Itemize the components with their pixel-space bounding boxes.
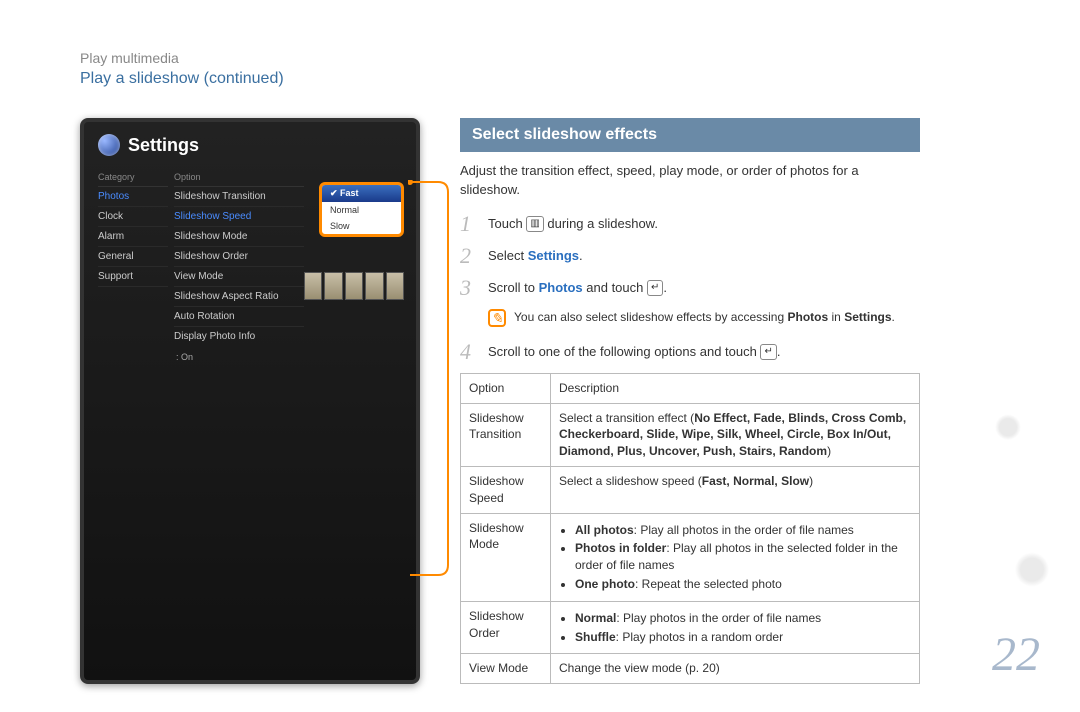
options-table: Option Description Slideshow Transition …: [460, 373, 920, 684]
enter-icon: ↵: [647, 280, 663, 296]
gear-icon: [98, 134, 120, 156]
opt-desc-pre: Select a transition effect (: [559, 411, 694, 425]
opt-label: Slideshow Order: [461, 601, 551, 654]
step-2-text-a: Select: [488, 248, 528, 263]
device-col-category: Category: [98, 168, 168, 187]
thumbnail: [304, 272, 322, 300]
order-t1: : Play photos in the order of file names: [616, 611, 821, 625]
step-number: 4: [460, 341, 478, 363]
table-row: Slideshow Speed Select a slideshow speed…: [461, 466, 920, 513]
opt-desc-pre: Select a slideshow speed (: [559, 474, 702, 488]
note-text-c: in: [832, 310, 845, 324]
note-text-a: You can also select slideshow effects by…: [514, 310, 788, 324]
step-2-text-c: .: [579, 248, 583, 263]
step-4-text-a: Scroll to one of the following options a…: [488, 344, 760, 359]
thumbnail: [345, 272, 363, 300]
step-2-keyword: Settings: [528, 248, 579, 263]
speed-popup: Fast Normal Slow: [319, 182, 404, 237]
order-b1: Normal: [575, 611, 616, 625]
step-3-keyword: Photos: [539, 280, 583, 295]
device-title-bar: Settings: [98, 134, 402, 156]
menu-icon: ▥: [526, 216, 543, 232]
device-option[interactable]: Display Photo Info: [174, 327, 304, 346]
step-2: 2 Select Settings.: [460, 245, 920, 267]
section-subtitle: Play a slideshow (continued): [80, 70, 1000, 88]
thumbnail: [386, 272, 404, 300]
device-category[interactable]: Alarm: [98, 227, 168, 247]
step-3-text-d: .: [663, 280, 667, 295]
mode-b1: All photos: [575, 523, 634, 537]
popup-item-fast[interactable]: Fast: [322, 185, 401, 202]
opt-desc: Change the view mode (p. 20): [551, 654, 920, 684]
table-head-desc: Description: [551, 373, 920, 403]
table-head-option: Option: [461, 373, 551, 403]
thumbnail: [324, 272, 342, 300]
order-t2: : Play photos in a random order: [616, 630, 783, 644]
mode-b2: Photos in folder: [575, 541, 666, 555]
device-option[interactable]: Slideshow Order: [174, 247, 304, 267]
thumbnail: [365, 272, 383, 300]
device-option[interactable]: Slideshow Speed: [174, 207, 304, 227]
opt-desc-post: ): [809, 474, 813, 488]
step-1-text-a: Touch: [488, 216, 526, 231]
breadcrumb: Play multimedia: [80, 50, 1000, 66]
device-category[interactable]: Support: [98, 267, 168, 287]
step-4: 4 Scroll to one of the following options…: [460, 341, 920, 363]
opt-desc-bold: Fast, Normal, Slow: [702, 474, 809, 488]
step-number: 1: [460, 213, 478, 235]
order-b2: Shuffle: [575, 630, 616, 644]
step-3-text-c: and touch: [586, 280, 647, 295]
step-4-text-b: .: [777, 344, 781, 359]
popup-item-slow[interactable]: Slow: [322, 218, 401, 234]
mode-b3: One photo: [575, 577, 635, 591]
step-3-text-a: Scroll to: [488, 280, 539, 295]
note-keyword-photos: Photos: [788, 310, 829, 324]
note-box: ✎ You can also select slideshow effects …: [488, 309, 920, 327]
intro-text: Adjust the transition effect, speed, pla…: [460, 162, 920, 198]
device-category[interactable]: Photos: [98, 187, 168, 207]
opt-label: View Mode: [461, 654, 551, 684]
table-row: View Mode Change the view mode (p. 20): [461, 654, 920, 684]
thumbnail-strip: [304, 272, 404, 300]
opt-label: Slideshow Mode: [461, 513, 551, 601]
device-option[interactable]: Slideshow Aspect Ratio: [174, 287, 304, 307]
popup-item-normal[interactable]: Normal: [322, 202, 401, 218]
table-row: Slideshow Order Normal: Play photos in t…: [461, 601, 920, 654]
table-row: Slideshow Transition Select a transition…: [461, 403, 920, 466]
step-3: 3 Scroll to Photos and touch ↵.: [460, 277, 920, 299]
note-text-end: .: [892, 310, 895, 324]
device-option-value: : On: [174, 346, 304, 362]
device-option[interactable]: View Mode: [174, 267, 304, 287]
section-banner: Select slideshow effects: [460, 118, 920, 152]
table-row: Slideshow Mode All photos: Play all phot…: [461, 513, 920, 601]
device-category[interactable]: General: [98, 247, 168, 267]
enter-icon: ↵: [760, 344, 776, 360]
step-1: 1 Touch ▥ during a slideshow.: [460, 213, 920, 235]
mode-t1: : Play all photos in the order of file n…: [634, 523, 854, 537]
page-number: 22: [992, 627, 1040, 682]
note-icon: ✎: [488, 309, 506, 327]
device-option[interactable]: Slideshow Mode: [174, 227, 304, 247]
mode-t3: : Repeat the selected photo: [635, 577, 782, 591]
opt-label: Slideshow Transition: [461, 403, 551, 466]
device-col-option: Option: [174, 168, 304, 187]
note-keyword-settings: Settings: [844, 310, 891, 324]
step-number: 2: [460, 245, 478, 267]
device-option[interactable]: Auto Rotation: [174, 307, 304, 327]
opt-desc-post: ): [827, 444, 831, 458]
device-category[interactable]: Clock: [98, 207, 168, 227]
step-number: 3: [460, 277, 478, 299]
device-option[interactable]: Slideshow Transition: [174, 187, 304, 207]
device-screenshot: Settings Category Option Photos Slidesho…: [80, 118, 420, 684]
step-1-text-b: during a slideshow.: [547, 216, 658, 231]
device-title: Settings: [128, 135, 199, 156]
opt-label: Slideshow Speed: [461, 466, 551, 513]
